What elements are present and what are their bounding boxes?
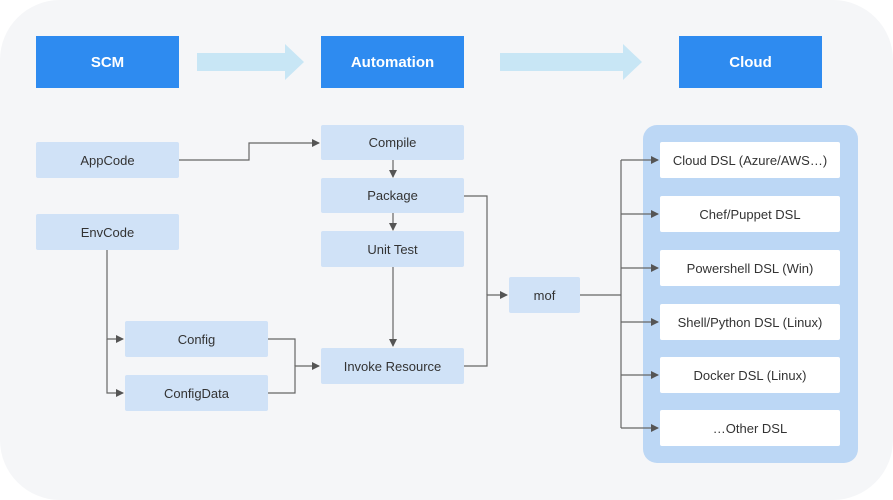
- node-label: Package: [367, 188, 418, 203]
- dsl-label: Cloud DSL (Azure/AWS…): [672, 152, 828, 168]
- node-config: Config: [125, 321, 268, 357]
- node-label: EnvCode: [80, 224, 135, 240]
- node-appcode: AppCode: [36, 142, 179, 178]
- connector-invoke-mof: [464, 291, 508, 367]
- connector-appcode-compile: [179, 139, 320, 161]
- dsl-target-shell-python: Shell/Python DSL (Linux): [660, 304, 840, 340]
- node-mof: mof: [509, 277, 580, 313]
- dsl-target-other: …Other DSL: [660, 410, 840, 446]
- connector-envcode-config: [106, 250, 124, 343]
- connector-package-mof: [464, 195, 488, 295]
- node-package: Package: [321, 178, 464, 213]
- node-label: Compile: [368, 135, 417, 150]
- node-label: Config: [177, 331, 216, 347]
- node-invoke-resource: Invoke Resource: [321, 348, 464, 384]
- node-label: Invoke Resource: [343, 358, 442, 374]
- node-compile: Compile: [321, 125, 464, 160]
- dsl-target-cloud: Cloud DSL (Azure/AWS…): [660, 142, 840, 178]
- dsl-label: …Other DSL: [712, 420, 788, 436]
- dsl-label: Docker DSL (Linux): [693, 367, 807, 383]
- node-envcode: EnvCode: [36, 214, 179, 250]
- node-label: Unit Test: [367, 241, 418, 257]
- connector-config-invoke: [268, 338, 296, 366]
- dsl-label: Shell/Python DSL (Linux): [677, 314, 823, 330]
- node-label: AppCode: [80, 152, 135, 168]
- connector-configdata-invoke: [268, 362, 320, 394]
- dsl-target-docker: Docker DSL (Linux): [660, 357, 840, 393]
- dsl-label: Powershell DSL (Win): [686, 260, 814, 276]
- dsl-target-chef-puppet: Chef/Puppet DSL: [660, 196, 840, 232]
- dsl-target-powershell: Powershell DSL (Win): [660, 250, 840, 286]
- node-configdata: ConfigData: [125, 375, 268, 411]
- dsl-label: Chef/Puppet DSL: [699, 206, 801, 222]
- node-label: mof: [533, 287, 556, 303]
- node-unit-test: Unit Test: [321, 231, 464, 267]
- connector-envcode-configdata: [106, 339, 124, 397]
- node-label: ConfigData: [163, 385, 230, 401]
